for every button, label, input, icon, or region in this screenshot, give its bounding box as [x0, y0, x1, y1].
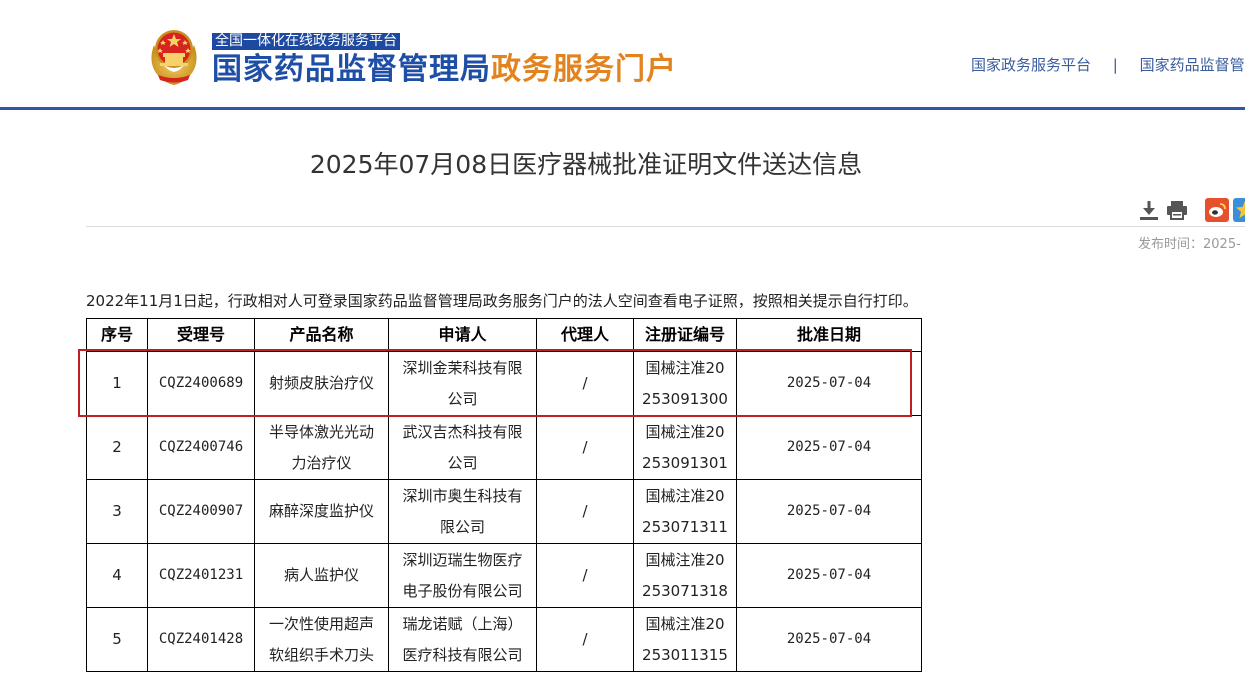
- weibo-icon[interactable]: [1205, 198, 1229, 222]
- cell-agent: /: [536, 543, 634, 608]
- table-row: 3 CQZ2400907 麻醉深度监护仪 深圳市奥生科技有限公司 / 国械注准2…: [86, 479, 922, 544]
- cell-registration-no: 国械注准20253071311: [633, 479, 737, 544]
- portal-title-main: 国家药品监督管理局: [212, 52, 491, 87]
- cell-registration-no: 国械注准20253091300: [633, 351, 737, 416]
- cell-product-name: 麻醉深度监护仪: [254, 479, 389, 544]
- cell-product-name: 病人监护仪: [254, 543, 389, 608]
- cell-acceptance-no: CQZ2401428: [147, 607, 255, 672]
- cell-agent: /: [536, 479, 634, 544]
- cell-index: 5: [86, 607, 148, 672]
- col-header-applicant: 申请人: [388, 318, 537, 352]
- cell-acceptance-no: CQZ2401231: [147, 543, 255, 608]
- cell-agent: /: [536, 415, 634, 480]
- star-icon[interactable]: [1233, 198, 1245, 222]
- header-divider: [0, 107, 1245, 110]
- table-header-row: 序号 受理号 产品名称 申请人 代理人 注册证编号 批准日期: [86, 318, 922, 352]
- download-icon[interactable]: [1137, 198, 1161, 222]
- cell-applicant: 深圳市奥生科技有限公司: [388, 479, 537, 544]
- site-header: 全国一体化在线政务服务平台 国家药品监督管理局政务服务门户 国家政务服务平台 |…: [0, 0, 1245, 107]
- cell-acceptance-no: CQZ2400907: [147, 479, 255, 544]
- cell-approval-date: 2025-07-04: [736, 415, 922, 480]
- cell-index: 2: [86, 415, 148, 480]
- platform-subtitle: 全国一体化在线政务服务平台: [212, 33, 400, 50]
- cell-acceptance-no: CQZ2400746: [147, 415, 255, 480]
- cell-applicant: 瑞龙诺赋（上海）医疗科技有限公司: [388, 607, 537, 672]
- cell-approval-date: 2025-07-04: [736, 543, 922, 608]
- cell-applicant: 深圳迈瑞生物医疗电子股份有限公司: [388, 543, 537, 608]
- cell-approval-date: 2025-07-04: [736, 479, 922, 544]
- article-title: 2025年07月08日医疗器械批准证明文件送达信息: [309, 150, 863, 179]
- link-separator: |: [1112, 56, 1118, 74]
- portal-title-accent: 政务服务门户: [491, 52, 677, 87]
- notice-text: 2022年11月1日起，行政相对人可登录国家药品监督管理局政务服务门户的法人空间…: [86, 292, 918, 310]
- article-divider: [86, 226, 1245, 227]
- cell-acceptance-no: CQZ2400689: [147, 351, 255, 416]
- cell-index: 1: [86, 351, 148, 416]
- cell-registration-no: 国械注准20253011315: [633, 607, 737, 672]
- col-header-registration-no: 注册证编号: [633, 318, 737, 352]
- header-links: 国家政务服务平台 | 国家药品监督管: [971, 55, 1245, 75]
- cell-registration-no: 国械注准20253091301: [633, 415, 737, 480]
- approval-table: 序号 受理号 产品名称 申请人 代理人 注册证编号 批准日期 1 CQZ2400…: [86, 318, 922, 672]
- link-national-gov-service[interactable]: 国家政务服务平台: [971, 56, 1091, 74]
- cell-product-name: 半导体激光光动力治疗仪: [254, 415, 389, 480]
- table-row: 5 CQZ2401428 一次性使用超声软组织手术刀头 瑞龙诺赋（上海）医疗科技…: [86, 607, 922, 672]
- col-header-product-name: 产品名称: [254, 318, 389, 352]
- publish-time: 发布时间：2025-: [1138, 237, 1241, 252]
- col-header-acceptance-no: 受理号: [147, 318, 255, 352]
- print-icon[interactable]: [1165, 198, 1189, 222]
- cell-applicant: 武汉吉杰科技有限公司: [388, 415, 537, 480]
- cell-applicant: 深圳金茉科技有限公司: [388, 351, 537, 416]
- table-row: 1 CQZ2400689 射频皮肤治疗仪 深圳金茉科技有限公司 / 国械注准20…: [86, 351, 922, 416]
- cell-index: 4: [86, 543, 148, 608]
- table-row: 4 CQZ2401231 病人监护仪 深圳迈瑞生物医疗电子股份有限公司 / 国械…: [86, 543, 922, 608]
- cell-product-name: 射频皮肤治疗仪: [254, 351, 389, 416]
- table-row: 2 CQZ2400746 半导体激光光动力治疗仪 武汉吉杰科技有限公司 / 国械…: [86, 415, 922, 480]
- col-header-approval-date: 批准日期: [736, 318, 922, 352]
- cell-approval-date: 2025-07-04: [736, 351, 922, 416]
- cell-approval-date: 2025-07-04: [736, 607, 922, 672]
- national-emblem-icon: [151, 30, 197, 85]
- cell-agent: /: [536, 607, 634, 672]
- link-nmpa[interactable]: 国家药品监督管: [1140, 56, 1245, 74]
- col-header-agent: 代理人: [536, 318, 634, 352]
- portal-title[interactable]: 国家药品监督管理局政务服务门户: [212, 52, 677, 88]
- cell-registration-no: 国械注准20253071318: [633, 543, 737, 608]
- col-header-index: 序号: [86, 318, 148, 352]
- cell-product-name: 一次性使用超声软组织手术刀头: [254, 607, 389, 672]
- cell-agent: /: [536, 351, 634, 416]
- cell-index: 3: [86, 479, 148, 544]
